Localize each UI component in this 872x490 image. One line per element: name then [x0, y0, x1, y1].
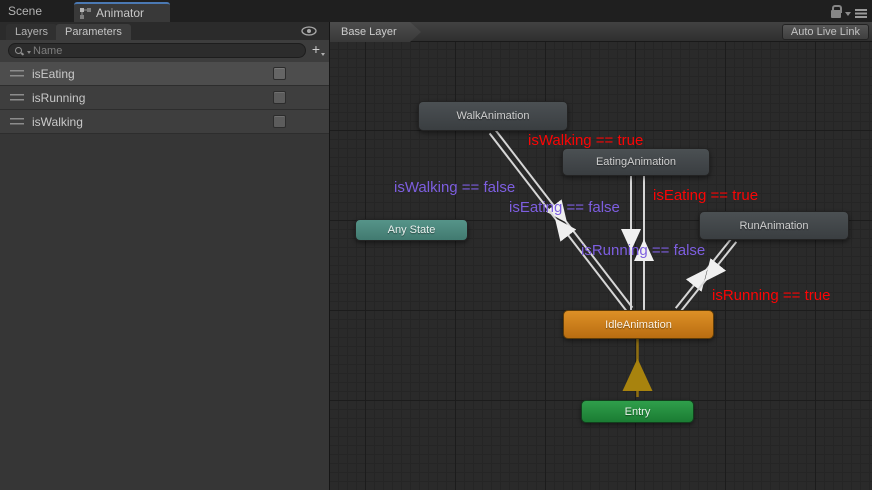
tab-animator-label: Animator: [96, 6, 144, 20]
parameter-label: isRunning: [32, 91, 85, 105]
search-field[interactable]: [8, 43, 306, 58]
condition-label-isrunning-false: isRunning == false: [581, 242, 705, 259]
parameter-checkbox[interactable]: [273, 91, 286, 104]
parameter-row-isrunning[interactable]: isRunning: [0, 86, 329, 110]
tab-parameters[interactable]: Parameters: [56, 24, 131, 40]
parameter-label: isWalking: [32, 115, 83, 129]
parameter-list: isEating isRunning isWalking: [0, 62, 329, 134]
condition-label-iswalking-true: isWalking == true: [528, 132, 643, 149]
search-filter-dropdown-icon[interactable]: [27, 51, 31, 54]
graph-canvas[interactable]: WalkAnimation EatingAnimation RunAnimati…: [330, 22, 872, 490]
parameter-checkbox[interactable]: [273, 115, 286, 128]
tab-layers[interactable]: Layers: [6, 24, 57, 40]
breadcrumb-base-layer[interactable]: Base Layer: [330, 22, 422, 42]
drag-handle-icon[interactable]: [10, 118, 24, 125]
parameter-row-iseating[interactable]: isEating: [0, 62, 329, 86]
search-input[interactable]: [33, 45, 305, 57]
auto-live-link-button[interactable]: Auto Live Link: [782, 24, 869, 40]
search-icon: [15, 46, 25, 56]
lock-icon[interactable]: [831, 10, 841, 18]
parameter-checkbox[interactable]: [273, 67, 286, 80]
layout-dropdown-icon[interactable]: [845, 12, 851, 16]
parameters-panel: Layers Parameters + isEating is: [0, 22, 330, 490]
state-node-any-state[interactable]: Any State: [355, 219, 468, 241]
search-row: +: [0, 40, 329, 62]
parameter-row-iswalking[interactable]: isWalking: [0, 110, 329, 134]
add-parameter-button[interactable]: +: [307, 42, 325, 58]
condition-label-iseating-false: isEating == false: [509, 199, 620, 216]
drag-handle-icon[interactable]: [10, 70, 24, 77]
tab-animator[interactable]: Animator: [74, 2, 170, 22]
drag-handle-icon[interactable]: [10, 94, 24, 101]
parameter-label: isEating: [32, 67, 75, 81]
animator-icon: [80, 8, 91, 19]
state-node-idleanimation[interactable]: IdleAnimation: [563, 310, 714, 339]
condition-label-iseating-true: isEating == true: [653, 187, 758, 204]
state-node-walkanimation[interactable]: WalkAnimation: [418, 101, 568, 131]
animator-window: Scene Animator Layers Parameters: [0, 0, 872, 490]
state-node-eatinganimation[interactable]: EatingAnimation: [562, 148, 710, 176]
layers-parameters-toolbar: Layers Parameters: [0, 22, 329, 40]
eye-icon[interactable]: [301, 26, 317, 36]
window-menu-icon[interactable]: [855, 9, 867, 18]
condition-label-iswalking-false: isWalking == false: [394, 179, 515, 196]
tab-scene[interactable]: Scene: [8, 4, 42, 18]
graph-header-bar: Base Layer Auto Live Link: [330, 22, 872, 42]
state-node-entry[interactable]: Entry: [581, 400, 694, 423]
state-node-runanimation[interactable]: RunAnimation: [699, 211, 849, 240]
window-tab-bar: Scene Animator: [0, 0, 872, 22]
condition-label-isrunning-true: isRunning == true: [712, 287, 830, 304]
